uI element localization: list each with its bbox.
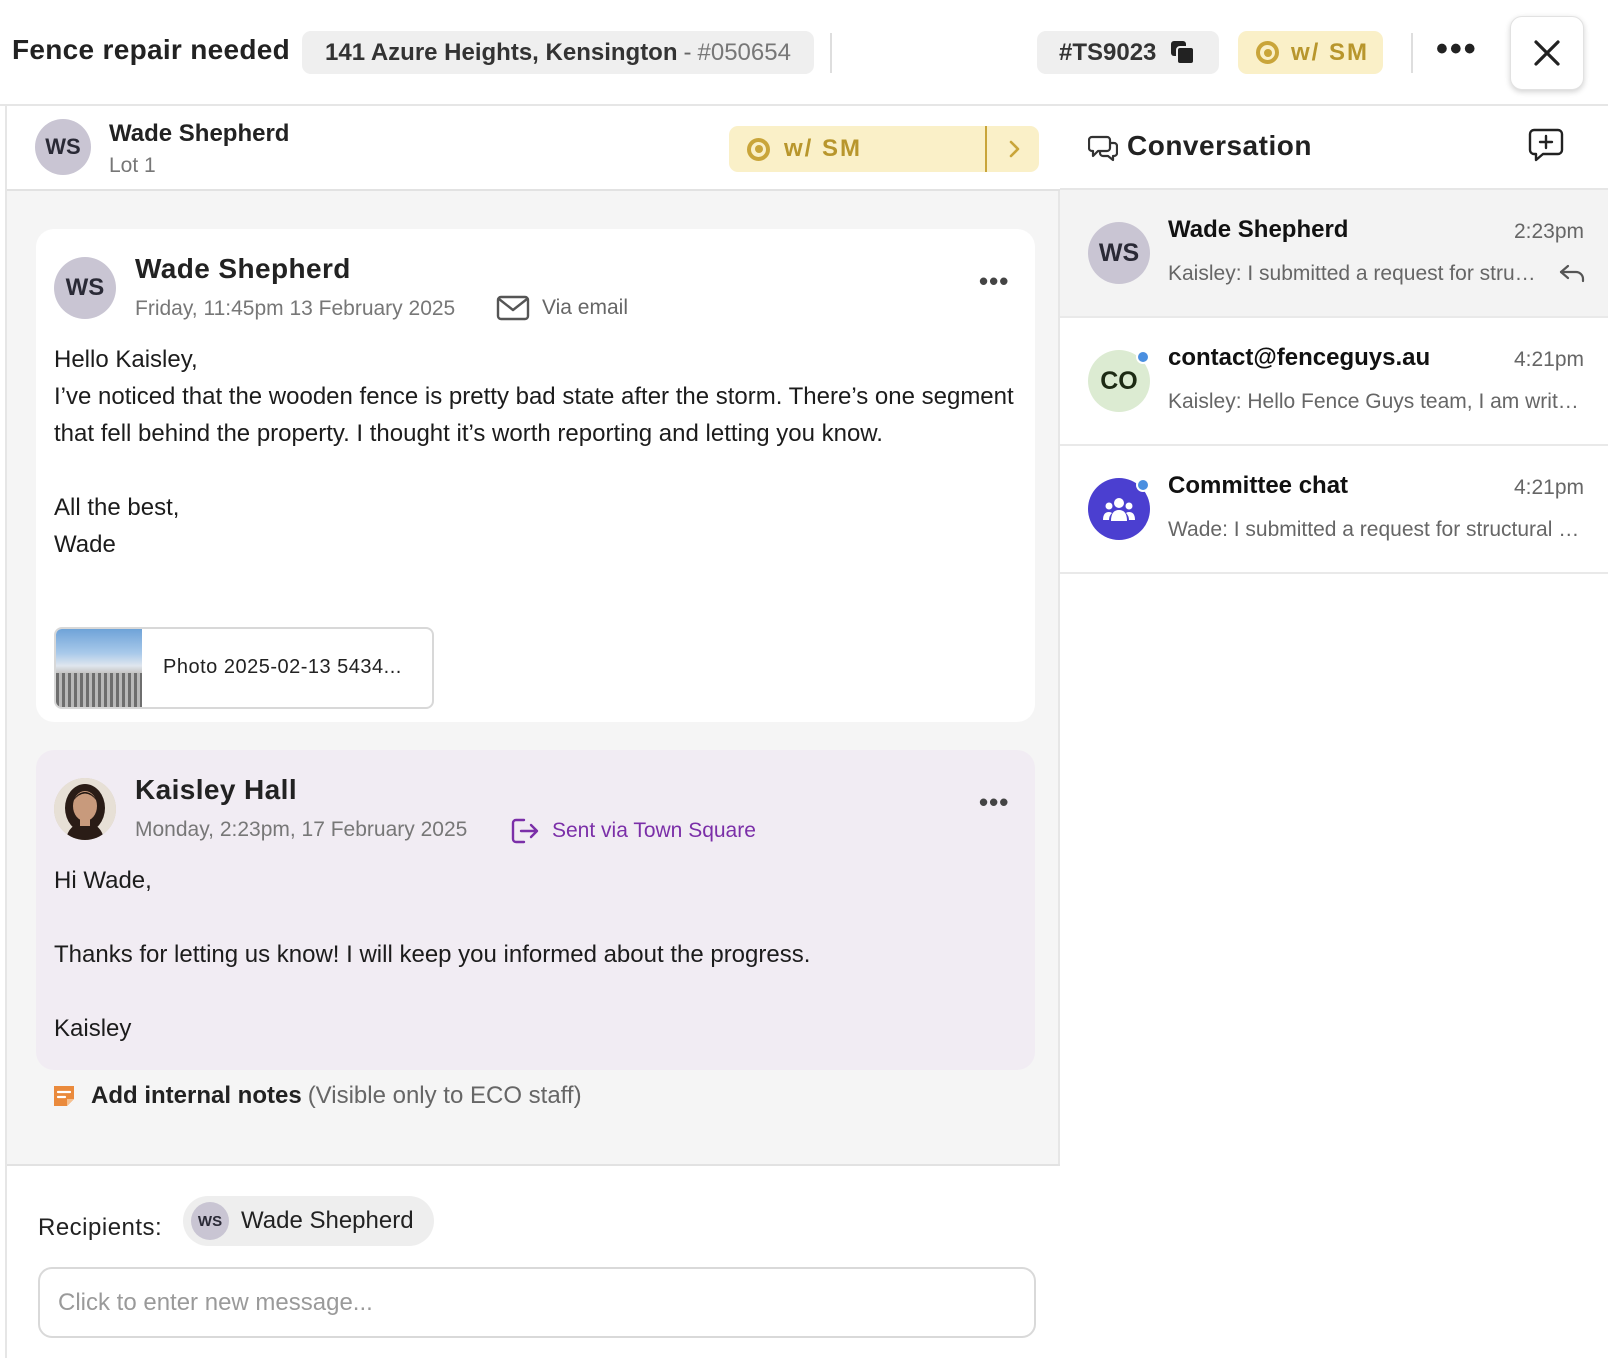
internal-notes-hint: (Visible only to ECO staff) (307, 1082, 582, 1109)
message-paragraph: Kaisley (54, 1015, 132, 1042)
note-icon (54, 1086, 74, 1106)
avatar: WS (191, 1202, 229, 1240)
conversation-name: Committee chat (1168, 472, 1349, 499)
header-divider (830, 33, 832, 73)
add-internal-notes[interactable]: Add internal notes (Visible only to ECO … (51, 1082, 582, 1110)
photo-thumbnail (56, 629, 142, 707)
status-selector[interactable]: w/ SM (729, 126, 1039, 172)
message-card: Kaisley Hall Monday, 2:23pm, 17 February… (36, 750, 1035, 1070)
conversation-item[interactable]: CO contact@fenceguys.au 4:21pm Kaisley: … (1060, 318, 1608, 446)
new-message-input[interactable] (38, 1267, 1036, 1338)
header-status-chip[interactable]: w/ SM (1238, 31, 1383, 74)
chevron-right-icon[interactable] (1005, 135, 1025, 163)
avatar: WS (1088, 222, 1150, 284)
avatar (54, 778, 116, 840)
conversation-title: Conversation (1127, 130, 1312, 161)
conversation-name: contact@fenceguys.au (1168, 344, 1431, 371)
photo-attachment[interactable]: Photo 2025-02-13 5434... (54, 627, 434, 709)
envelope-icon (496, 295, 530, 321)
message-body: Hi Wade, Thanks for letting us know! I w… (54, 862, 1014, 1047)
contact-bar: WS Wade Shepherd Lot 1 w/ SM (7, 106, 1060, 191)
copy-icon[interactable] (1170, 40, 1196, 66)
message-body: Hello Kaisley, I’ve noticed that the woo… (54, 341, 1014, 563)
message-paragraph: Hi Wade, (54, 867, 152, 894)
address-separator: - (683, 38, 692, 66)
conversation-time: 2:23pm (1513, 220, 1584, 243)
avatar: WS (35, 119, 91, 175)
recipient-chip[interactable]: WS Wade Shepherd (183, 1196, 434, 1246)
message-date: Monday, 2:23pm, 17 February 2025 (135, 818, 468, 841)
status-ring-icon (1256, 41, 1279, 64)
recipients-label: Recipients: (38, 1214, 163, 1241)
page-title: Fence repair needed (12, 34, 291, 65)
conversation-name: Wade Shepherd (1168, 216, 1349, 243)
conversation-item[interactable]: WS Wade Shepherd 2:23pm Kaisley: I submi… (1060, 190, 1608, 318)
conversation-item[interactable]: Committee chat 4:21pm Wade: I submitted … (1060, 446, 1608, 574)
message-sender: Kaisley Hall (135, 774, 297, 805)
message-more-icon[interactable]: ••• (979, 789, 1009, 815)
conversation-time: 4:21pm (1513, 348, 1584, 371)
status-label: w/ SM (784, 135, 863, 162)
more-options-icon[interactable]: ••• (1436, 32, 1478, 66)
unread-indicator (1136, 478, 1150, 492)
conversation-time: 4:21pm (1513, 476, 1584, 499)
new-conversation-icon[interactable] (1527, 126, 1565, 164)
ticket-id-chip[interactable]: #TS9023 (1037, 31, 1219, 74)
message-channel: Via email (496, 295, 628, 321)
ticket-thread-pane: WS Wade Shepherd Lot 1 w/ SM WS Wade She… (5, 106, 1060, 1358)
unread-indicator (1136, 350, 1150, 364)
message-channel-label: Via email (542, 296, 628, 319)
conversation-preview: Wade: I submitted a request for structur… (1168, 518, 1582, 541)
message-composer: Recipients: WS Wade Shepherd (7, 1164, 1060, 1358)
top-bar: Fence repair needed 141 Azure Heights, K… (0, 0, 1608, 106)
close-button[interactable] (1510, 16, 1584, 90)
property-address-chip[interactable]: 141 Azure Heights, Kensington - #050654 (302, 31, 814, 74)
status-selector-label-area[interactable]: w/ SM (729, 126, 985, 172)
reply-icon (1559, 264, 1585, 283)
message-channel: Sent via Town Square (510, 816, 756, 846)
message-paragraph: All the best, Wade (54, 494, 180, 558)
header-status-label: w/ SM (1291, 38, 1370, 66)
ticket-id: #TS9023 (1059, 38, 1157, 66)
contact-lot: Lot 1 (109, 154, 156, 177)
chat-bubbles-icon (1088, 135, 1118, 162)
conversation-header: Conversation (1060, 106, 1608, 190)
group-icon (1103, 498, 1135, 521)
message-more-icon[interactable]: ••• (979, 268, 1009, 294)
sent-external-icon (511, 818, 539, 844)
internal-notes-label: Add internal notes (91, 1082, 302, 1109)
message-paragraph: Thanks for letting us know! I will keep … (54, 941, 811, 968)
recipient-name: Wade Shepherd (241, 1207, 414, 1234)
message-channel-label: Sent via Town Square (552, 819, 756, 842)
close-icon (1534, 40, 1560, 66)
property-code: #050654 (697, 38, 791, 66)
status-ring-icon (747, 137, 770, 161)
conversation-pane: Conversation WS Wade Shepherd 2:23pm Kai… (1060, 106, 1608, 1358)
contact-name[interactable]: Wade Shepherd (109, 120, 289, 148)
header-divider (1411, 33, 1413, 73)
conversation-preview: Kaisley: I submitted a request for struc… (1168, 262, 1538, 285)
attachment-filename: Photo 2025-02-13 5434... (163, 656, 402, 678)
conversation-preview: Kaisley: Hello Fence Guys team, I am wri… (1168, 390, 1582, 413)
property-address: 141 Azure Heights, Kensington (325, 38, 678, 66)
message-paragraph: Hello Kaisley, I’ve noticed that the woo… (54, 346, 1014, 447)
message-sender: Wade Shepherd (135, 253, 351, 284)
user-photo-icon (54, 778, 116, 840)
status-divider (985, 126, 987, 172)
message-date: Friday, 11:45pm 13 February 2025 (135, 297, 456, 320)
avatar: WS (54, 257, 116, 319)
message-card: WS Wade Shepherd Friday, 11:45pm 13 Febr… (36, 229, 1035, 722)
